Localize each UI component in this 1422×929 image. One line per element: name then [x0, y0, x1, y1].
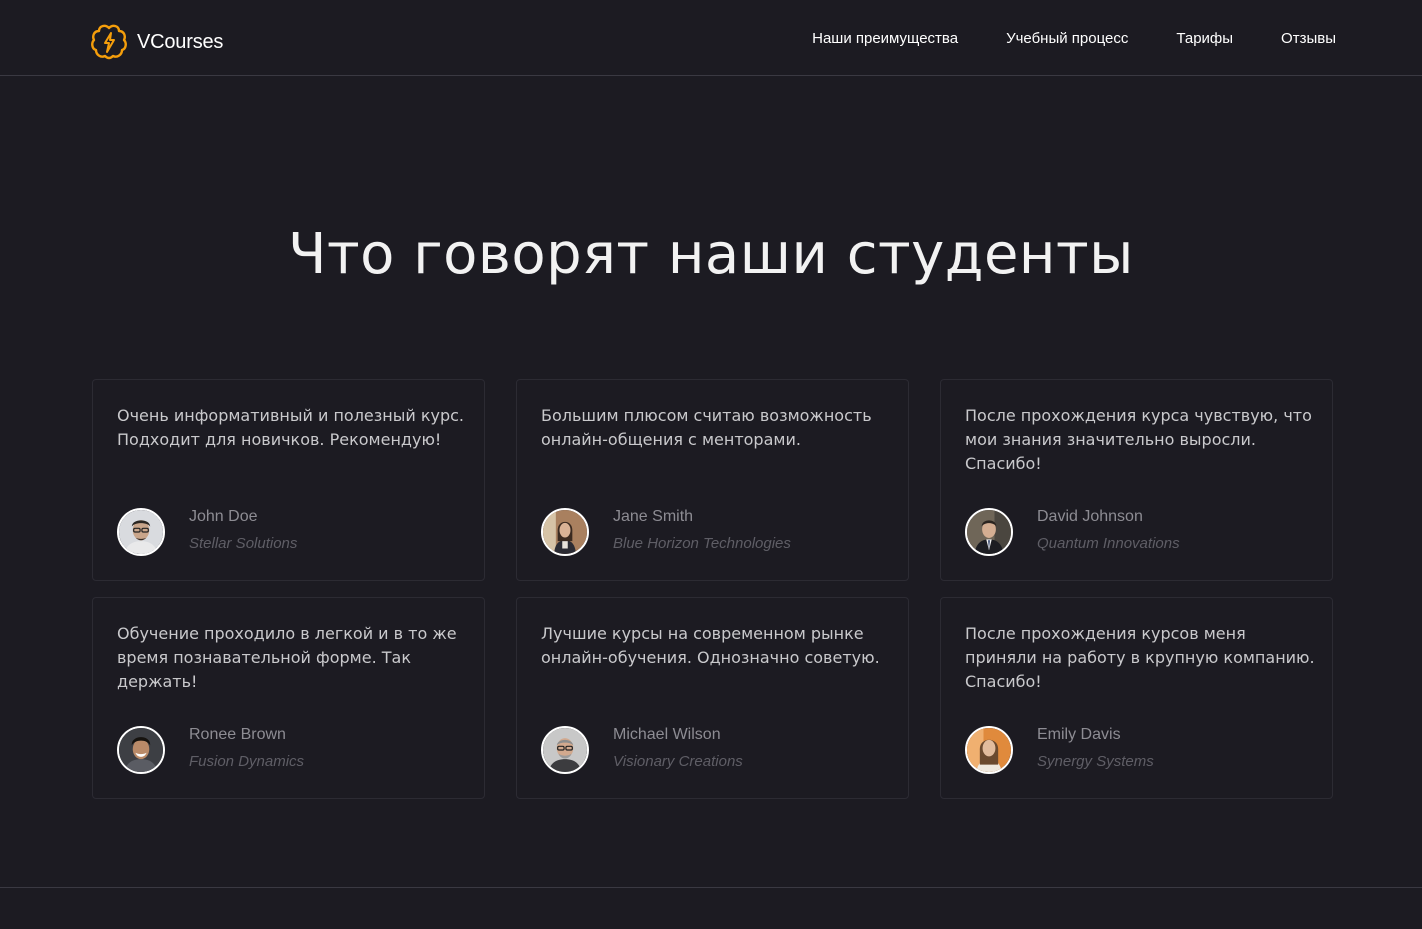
testimonial-card: После прохождения курсов меня приняли на…	[940, 597, 1333, 799]
testimonial-card: После прохождения курса чувствую, что мо…	[940, 379, 1333, 581]
author-name: David Johnson	[1037, 508, 1143, 525]
avatar	[965, 508, 1013, 556]
testimonial-text: После прохождения курса чувствую, что мо…	[965, 406, 1312, 473]
nav-item-reviews[interactable]: Отзывы	[1281, 30, 1336, 47]
nav-item-pricing[interactable]: Тарифы	[1176, 30, 1233, 47]
nav-item-advantages[interactable]: Наши преимущества	[812, 30, 958, 47]
testimonial-card: Очень информативный и полезный курс. Под…	[92, 379, 485, 581]
author-company: Stellar Solutions	[189, 535, 298, 552]
author-company: Synergy Systems	[1037, 753, 1154, 770]
avatar	[117, 508, 165, 556]
avatar	[541, 726, 589, 774]
brand-logo[interactable]: VCourses	[88, 21, 223, 63]
author-company: Visionary Creations	[613, 753, 743, 770]
testimonial-text: Обучение проходило в легкой и в то же вр…	[117, 624, 457, 691]
testimonial-text: После прохождения курсов меня приняли на…	[965, 624, 1315, 691]
site-header: VCourses Наши преимущества Учебный проце…	[0, 0, 1422, 76]
brain-lightning-icon	[88, 21, 130, 63]
author-name: Emily Davis	[1037, 726, 1121, 743]
main-nav: Наши преимущества Учебный процесс Тарифы…	[764, 0, 1336, 76]
footer-divider	[0, 887, 1422, 888]
testimonial-card: Лучшие курсы на современном рынке онлайн…	[516, 597, 909, 799]
brand-name: VCourses	[137, 30, 224, 53]
author-company: Fusion Dynamics	[189, 753, 305, 770]
author-name: Ronee Brown	[189, 726, 286, 743]
author-company: Quantum Innovations	[1037, 535, 1180, 552]
testimonial-text: Лучшие курсы на современном рынке онлайн…	[541, 624, 880, 667]
avatar	[965, 726, 1013, 774]
author-name: Jane Smith	[613, 508, 694, 525]
testimonial-card: Большим плюсом считаю возможность онлайн…	[516, 379, 909, 581]
testimonial-text: Очень информативный и полезный курс. Под…	[117, 406, 465, 449]
testimonial-text: Большим плюсом считаю возможность онлайн…	[541, 406, 872, 449]
author-name: Michael Wilson	[613, 726, 721, 743]
nav-item-learning-process[interactable]: Учебный процесс	[1006, 30, 1128, 47]
section-title: Что говорят наши студенты	[288, 222, 1134, 287]
avatar	[117, 726, 165, 774]
testimonial-card: Обучение проходило в легкой и в то же вр…	[92, 597, 485, 799]
author-name: John Doe	[189, 508, 258, 525]
author-company: Blue Horizon Technologies	[613, 535, 791, 552]
avatar	[541, 508, 589, 556]
